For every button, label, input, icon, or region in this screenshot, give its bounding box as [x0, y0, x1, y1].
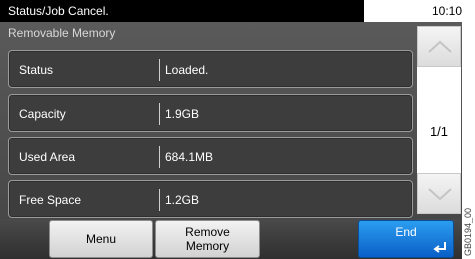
row-label: Status [19, 63, 54, 77]
clock: 10:10 [431, 4, 462, 18]
scroll-up-button[interactable] [417, 26, 461, 67]
chevron-up-icon [428, 40, 452, 53]
enter-icon [433, 242, 446, 253]
scroll-column: 1/1 [417, 26, 461, 214]
panel-header: Removable Memory [8, 26, 116, 40]
remove-memory-label-line1: Remove [185, 225, 230, 239]
remove-memory-button[interactable]: Remove Memory [155, 220, 260, 258]
status-bar: Status/Job Cancel. 10:10 [0, 0, 462, 22]
row-label: Used Area [19, 150, 76, 164]
row-separator [159, 103, 160, 125]
page-indicator: 1/1 [429, 124, 449, 139]
row-status: Status Loaded. [8, 50, 413, 88]
row-value: Loaded. [165, 63, 209, 77]
row-label: Capacity [19, 107, 66, 121]
bottom-bar: Menu Remove Memory End [0, 219, 462, 259]
row-value: 684.1MB [165, 150, 214, 164]
end-button-label: End [395, 225, 417, 239]
chevron-down-icon [428, 188, 452, 201]
remove-memory-label: Remove Memory [185, 225, 230, 253]
remove-memory-label-line2: Memory [185, 239, 230, 253]
row-separator [159, 59, 160, 81]
screen: Status/Job Cancel. 10:10 Removable Memor… [0, 0, 475, 259]
row-separator [159, 146, 160, 168]
row-value: 1.2GB [165, 193, 200, 207]
row-separator [159, 189, 160, 211]
end-button[interactable]: End [358, 220, 454, 258]
row-label: Free Space [19, 193, 82, 207]
figure-code: GB0194_00 [463, 207, 473, 256]
scroll-down-button[interactable] [417, 173, 461, 214]
row-free-space: Free Space 1.2GB [8, 180, 413, 218]
screen-title: Status/Job Cancel. [0, 0, 364, 22]
row-used-area: Used Area 684.1MB [8, 137, 413, 175]
row-value: 1.9GB [165, 107, 200, 121]
removable-memory-panel: Removable Memory Status Loaded. Capacity… [0, 22, 462, 219]
menu-button-label: Menu [85, 232, 117, 246]
menu-button[interactable]: Menu [49, 220, 153, 258]
row-capacity: Capacity 1.9GB [8, 94, 413, 132]
